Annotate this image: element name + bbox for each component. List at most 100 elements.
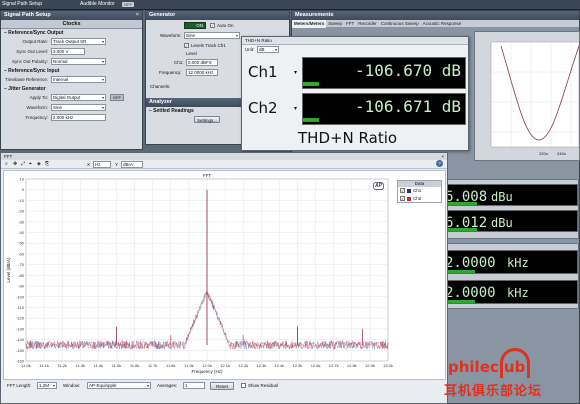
chevron-down-icon: ▾ xyxy=(101,105,104,110)
x-tick-label: 11.5k xyxy=(112,363,122,368)
jitter-frequency-field[interactable]: 2.000 kHz xyxy=(51,114,106,121)
generator-frequency-label: Frequency: xyxy=(159,70,182,75)
signal-path-panel: Signal Path Setup × Clocks – Reference/Sy… xyxy=(0,10,143,150)
x-tick-label: 11.0k xyxy=(21,363,31,368)
auto-on-label: Auto On xyxy=(217,23,234,28)
settings-button[interactable]: Settings... xyxy=(194,116,220,123)
unit-label: Unit: xyxy=(245,47,255,52)
reset-button[interactable]: Reset xyxy=(210,382,234,390)
averages-field[interactable]: 1 xyxy=(183,382,205,389)
x-tick-label: 11.6k xyxy=(130,363,140,368)
legend-ch1-checkbox[interactable]: ✓ xyxy=(400,188,405,193)
signal-path-header: Signal Path Setup × xyxy=(1,11,142,20)
close-icon[interactable]: × xyxy=(136,11,139,20)
waveform-svg xyxy=(490,41,579,148)
output-rate-label: Output Rate: xyxy=(22,39,48,44)
x-tick-label: 12.7k xyxy=(329,363,339,368)
ch2-swatch xyxy=(407,197,411,201)
legend-ch2-checkbox[interactable]: ✓ xyxy=(400,196,405,201)
close-icon[interactable]: × xyxy=(441,153,444,160)
marker-icon[interactable]: ◈ xyxy=(37,161,41,167)
fft-titlebar: FFT × xyxy=(1,153,447,160)
thdn-caption: THD+N Ratio xyxy=(298,129,398,147)
zoom-icon[interactable]: ⌕ xyxy=(5,161,8,167)
unit-select[interactable]: dB ▾ xyxy=(257,46,279,53)
ch1-swatch xyxy=(407,189,411,193)
fft-length-select[interactable]: 1.2M ▾ xyxy=(37,382,57,389)
y-tick-label: -100 xyxy=(16,294,25,299)
timebase-label: Timebase Reference: xyxy=(5,77,48,82)
x-tick-label: 11.8k xyxy=(166,363,176,368)
x-axis-label: Frequency (Hz) xyxy=(191,369,223,374)
ch2-dropdown-icon[interactable]: ▾ xyxy=(294,105,297,112)
generator-frequency-field[interactable]: 12.0000 kHz xyxy=(186,69,218,76)
freq2-value: 2.0000 xyxy=(445,285,496,301)
x-unit-select[interactable]: Hz xyxy=(93,161,111,168)
y-axis-label: Level (dBrA) xyxy=(6,257,11,283)
x-tick-label: 11.4k xyxy=(94,363,104,368)
clocks-tab[interactable]: Clocks xyxy=(1,20,142,29)
y-tick-label: -10 xyxy=(18,198,25,203)
sync-out-polarity-label: Sync Out Polarity: xyxy=(11,59,48,64)
levels-track-label: Levels Track Ch1 xyxy=(191,43,226,48)
show-residual-checkbox[interactable] xyxy=(241,383,246,388)
timebase-select[interactable]: Internal ▾ xyxy=(51,76,106,83)
tab-fft[interactable]: FFT xyxy=(344,20,356,28)
generator-header: Generator xyxy=(146,11,289,20)
tab-acoustic-response[interactable]: Acoustic Response xyxy=(421,20,464,28)
chart-title: FFT xyxy=(203,173,211,178)
x-tick-label: 11.7k xyxy=(148,363,158,368)
data-legend: Data ✓ Ch1 ✓ Ch2 xyxy=(397,180,442,203)
y-tick-label: -20 xyxy=(18,209,25,214)
pan-icon[interactable]: ✥ xyxy=(13,161,17,167)
y-unit-select[interactable]: dBrA xyxy=(121,161,143,168)
x-tick-label: 12.1k xyxy=(220,363,230,368)
window-select[interactable]: AP-Equiripple ▾ xyxy=(87,382,151,389)
sync-out-polarity-select[interactable]: Normal ▾ xyxy=(51,58,106,65)
y-tick-label: -110 xyxy=(16,305,24,310)
autoscale-icon[interactable]: ⤢ xyxy=(21,161,25,167)
auto-on-checkbox[interactable]: ✓ xyxy=(210,23,215,28)
freq1-meter: 2.0000 kHz xyxy=(436,250,578,274)
audible-monitor-toggle[interactable]: OFF xyxy=(122,2,134,7)
generator-waveform-select[interactable]: Sine ▾ xyxy=(184,32,240,39)
export-icon[interactable]: ⎘ xyxy=(45,161,49,167)
ch1-dropdown-icon[interactable]: ▾ xyxy=(294,69,297,76)
apply-to-select[interactable]: Digital Output ▾ xyxy=(51,94,106,101)
levels-track-checkbox[interactable]: ✓ xyxy=(184,43,189,48)
y-tick-label: -60 xyxy=(18,251,25,256)
fft-window: FFT × ⌕ ✥ ⤢ ⌖ ◈ ⎘ X Hz Y dBrA ? 10 0 -10 -20… xyxy=(0,152,448,404)
freq1-unit: kHz xyxy=(507,256,529,270)
x-tick-label: 12.8k xyxy=(347,363,357,368)
fft-bottom-bar: FFT Length: 1.2M ▾ Window: AP-Equiripple ▾… xyxy=(1,381,447,391)
tab-sweep[interactable]: Sweep xyxy=(326,20,344,28)
generator-on-toggle[interactable]: ON xyxy=(184,22,206,29)
y-tick-label: -150 xyxy=(16,348,25,353)
y-tick-label: -90 xyxy=(18,284,25,289)
tab-meters[interactable]: Meters/Meters xyxy=(292,20,327,28)
x-tick-label: 11.9k xyxy=(184,363,194,368)
chevron-down-icon: ▾ xyxy=(101,59,104,64)
sync-out-level-label: Sync Out Level: xyxy=(16,49,48,54)
chevron-down-icon: ▾ xyxy=(235,33,238,38)
fft-window-title: FFT xyxy=(4,154,13,159)
cursor-icon[interactable]: ⌖ xyxy=(29,161,32,167)
clocks-label: Clocks xyxy=(62,21,81,27)
y-tick-label: 0 xyxy=(22,187,25,192)
jitter-off-toggle[interactable]: OFF xyxy=(110,94,124,101)
wave-tick-240u: 240u xyxy=(557,151,566,156)
x-tick-label: 12.2k xyxy=(238,363,248,368)
sync-out-level-field[interactable]: 3.000 V xyxy=(51,48,85,55)
ch1-level-field[interactable]: 0.000 dBFS xyxy=(186,59,218,66)
tab-recorder[interactable]: Recorder xyxy=(356,20,379,28)
ch1-bar xyxy=(303,82,320,86)
help-icon[interactable]: ? xyxy=(436,160,443,167)
show-residual-label: Show Residual xyxy=(248,383,279,388)
tab-continuous-sweep[interactable]: Continuous Sweep xyxy=(379,20,421,28)
apply-to-label: Apply To: xyxy=(29,95,48,100)
x-tick-label: 12.4k xyxy=(275,363,285,368)
freq2-meter: 2.0000 kHz xyxy=(436,280,578,304)
output-rate-select[interactable]: Track Output SR ▾ xyxy=(51,38,106,45)
jitter-waveform-select[interactable]: Sine ▾ xyxy=(51,104,106,111)
chevron-down-icon: ▾ xyxy=(101,95,104,100)
